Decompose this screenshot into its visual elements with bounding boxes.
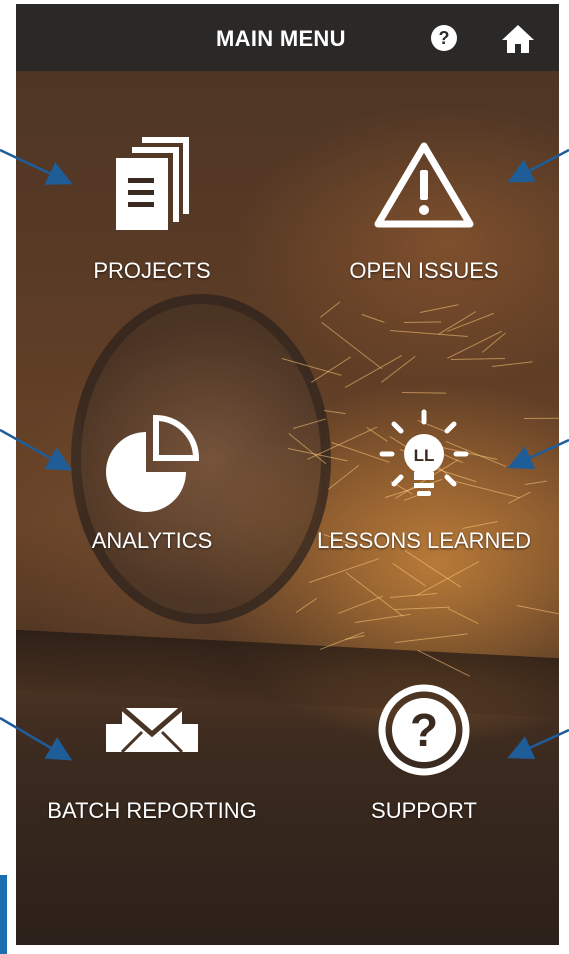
spark-streak [438,311,477,336]
open-issues-label: OPEN ISSUES [349,258,499,283]
documents-icon [116,137,189,230]
spark-streak [404,321,442,324]
home-button[interactable] [498,23,538,55]
projects-label: PROJECTS [93,258,211,283]
spark-streak [296,598,318,614]
home-icon [502,25,534,53]
batch-reporting-label: BATCH REPORTING [47,798,257,823]
spark-streak [392,562,427,587]
spark-streak [395,633,468,644]
app-screen: MAIN MENU ? PROJECTS OPEN ISSUES ANALYTI… [16,4,559,945]
question-mark-glyph: ? [410,704,438,756]
open-issues-tile[interactable]: OPEN ISSUES [304,134,544,284]
top-bar: MAIN MENU ? [16,4,559,71]
spark-streak [516,605,559,619]
analytics-label: ANALYTICS [91,528,213,553]
lightbulb-icon: LL [379,409,469,496]
spark-streak [355,613,411,623]
spark-streak [402,391,447,394]
spark-streak [447,608,478,625]
screen: MAIN MENU ? PROJECTS OPEN ISSUES ANALYTI… [0,0,569,954]
spark-streak [394,606,450,611]
page-title: MAIN MENU [216,26,346,51]
spark-streak [308,557,379,583]
question-circle-icon: ? [378,684,470,776]
spark-streak [404,549,462,588]
spark-streak [491,361,533,368]
left-edge-marker [0,875,7,954]
spark-streak [446,312,494,332]
lessons-learned-label: LESSONS LEARNED [317,528,531,553]
spark-streak [361,313,385,323]
batch-reporting-tile[interactable]: BATCH REPORTING [32,674,272,824]
spark-streak [450,358,505,361]
pie-chart-icon [106,414,200,512]
spark-streak [381,355,417,383]
envelope-icon [106,706,198,754]
lessons-learned-tile[interactable]: LL LESSONS LEARNED [304,404,544,554]
spark-streak [420,304,459,314]
question-icon: ? [438,28,450,48]
spark-streak [390,330,469,338]
spark-streak [311,356,352,384]
analytics-tile[interactable]: ANALYTICS [32,404,272,554]
lightbulb-icon-text: LL [414,446,435,465]
spark-streak [338,596,384,615]
spark-streak [319,301,341,318]
warning-triangle-icon [374,142,474,228]
support-label: SUPPORT [371,798,477,823]
help-button[interactable]: ? [431,25,457,51]
spark-streak [390,593,438,599]
projects-tile[interactable]: PROJECTS [32,134,272,284]
spark-streak [321,321,383,369]
support-tile[interactable]: ? SUPPORT [304,674,544,824]
